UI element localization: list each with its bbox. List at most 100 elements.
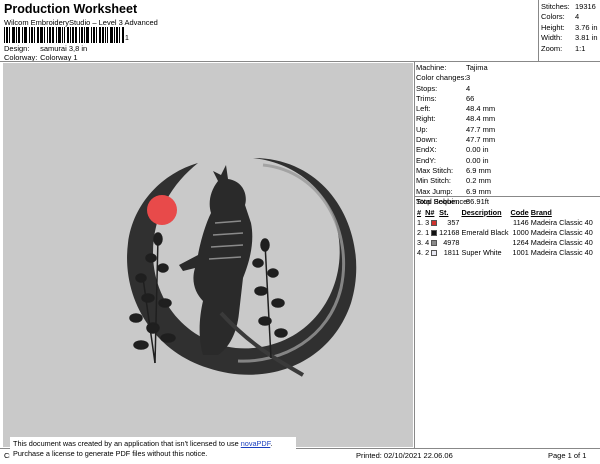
col-stitches: St. bbox=[439, 207, 449, 217]
barcode-bar bbox=[93, 27, 94, 43]
design-value: samurai 3,8 in bbox=[40, 44, 88, 53]
color-swatch-icon bbox=[431, 229, 438, 236]
barcode-bar bbox=[6, 27, 7, 43]
stat-value: 0.00 in bbox=[466, 145, 489, 155]
barcode-bar bbox=[81, 27, 82, 43]
machine-stats: Machine: Tajima Color changes:3 Stops: 4 Trim… bbox=[416, 63, 600, 207]
color-swatch bbox=[430, 227, 438, 237]
printed-date: Printed: 02/10/2021 22.06.06 bbox=[356, 451, 453, 460]
barcode-bar bbox=[42, 27, 43, 43]
stat-value: 1:1 bbox=[575, 43, 586, 53]
barcode-bar bbox=[116, 27, 117, 43]
barcode-bar bbox=[67, 27, 68, 43]
stat-value: 6.9 mm bbox=[466, 186, 492, 196]
table-row: 2. 1 12168 Emerald Black 1000 Madeira Classic… bbox=[416, 227, 594, 237]
barcode-bar bbox=[50, 27, 51, 43]
thread-code: 1001 bbox=[512, 248, 529, 258]
stat-value: 47.7 mm bbox=[466, 124, 496, 134]
sun bbox=[147, 195, 177, 225]
col-brand: Brand bbox=[530, 207, 552, 217]
stat-label: Width: bbox=[541, 33, 563, 43]
table-row: 4. 2 1811 Super White 1001 Madeira Classic 40 bbox=[416, 248, 594, 258]
stat-label: Zoom: bbox=[541, 43, 563, 53]
barcode-bar bbox=[75, 27, 76, 43]
barcode-suffix: 1 bbox=[125, 35, 129, 42]
stat-value: Tajima bbox=[466, 63, 488, 72]
barcode-bar bbox=[123, 27, 124, 43]
stat-row: Right: 48.4 mm bbox=[416, 114, 600, 124]
stat-row: Max Stitch: 6.9 mm bbox=[416, 166, 600, 176]
barcode-bar bbox=[59, 27, 60, 43]
stat-label: Min Stitch: bbox=[416, 176, 452, 186]
stat-value: 4 bbox=[466, 83, 471, 93]
barcode-bar bbox=[96, 27, 97, 43]
stop-number: 2. bbox=[417, 227, 424, 237]
stat-value: 3.81 in bbox=[575, 33, 598, 43]
barcode-bar bbox=[16, 27, 17, 43]
stat-row: Machine: Tajima bbox=[416, 63, 600, 73]
stat-value: 3.76 in bbox=[575, 22, 598, 32]
stat-label: Trims: bbox=[416, 93, 437, 103]
col-description: Description bbox=[461, 207, 502, 217]
color-swatch-icon bbox=[431, 250, 438, 257]
barcode-bar bbox=[4, 27, 5, 43]
barcode-bar bbox=[112, 27, 113, 43]
divider bbox=[538, 0, 539, 61]
stat-row: EndX: 0.00 in bbox=[416, 145, 600, 155]
stat-label: Height: bbox=[541, 22, 565, 32]
stat-value: 19316 bbox=[575, 2, 596, 11]
stat-label: Stops: bbox=[416, 83, 438, 93]
novapdf-link[interactable]: novaPDF bbox=[241, 439, 271, 448]
stat-row: Colors: 4 bbox=[541, 12, 598, 22]
barcode-bar bbox=[99, 27, 100, 43]
barcode-bar bbox=[100, 27, 101, 43]
barcode-bar bbox=[18, 27, 19, 43]
thread-description: Emerald Black bbox=[461, 227, 509, 237]
stop-sequence-title: Stop Sequence: bbox=[416, 197, 470, 206]
design-label: Design: bbox=[4, 44, 30, 53]
color-swatch-icon bbox=[431, 240, 438, 247]
stat-value: 0.00 in bbox=[466, 155, 489, 165]
page-title: Production Worksheet bbox=[4, 2, 138, 16]
stat-row: Min Stitch: 0.2 mm bbox=[416, 176, 600, 186]
col-stop: # bbox=[417, 207, 422, 217]
stat-label: Up: bbox=[416, 124, 428, 134]
barcode-bar bbox=[53, 27, 54, 43]
color-swatch bbox=[430, 248, 438, 258]
stat-value: 86.91ft bbox=[466, 196, 489, 206]
barcode-bar bbox=[73, 27, 74, 43]
page-number: Page 1 of 1 bbox=[548, 451, 587, 460]
barcode-bar bbox=[41, 27, 42, 43]
barcode-bar bbox=[9, 27, 10, 43]
barcode-bar bbox=[102, 27, 103, 43]
stats-panel: Machine: Tajima Color changes:3 Stops: 4 Trim… bbox=[414, 62, 600, 448]
stitch-count: 12168 bbox=[439, 227, 460, 237]
notice-line-1: This document was created by an applicat… bbox=[13, 439, 293, 449]
barcode-bar bbox=[34, 27, 35, 43]
barcode-bar bbox=[60, 27, 61, 43]
barcode-bar bbox=[40, 27, 41, 43]
stat-value: 48.4 mm bbox=[466, 114, 496, 124]
barcode-bar bbox=[114, 27, 115, 43]
table-row: 1. 3 357 1146 Madeira Classic 40 bbox=[416, 217, 594, 227]
embroidery-design-image bbox=[127, 158, 357, 377]
barcode-bar bbox=[37, 27, 38, 43]
stat-label: Down: bbox=[416, 135, 438, 145]
thread-description: Super White bbox=[461, 248, 502, 258]
barcode bbox=[4, 27, 124, 43]
stitch-count: 1811 bbox=[443, 248, 460, 258]
stat-row: Trims: 66 bbox=[416, 94, 600, 104]
barcode-bar bbox=[49, 27, 50, 43]
stat-row: EndY: 0.00 in bbox=[416, 156, 600, 166]
stat-value: 66 bbox=[466, 93, 475, 103]
stat-row: Zoom: 1:1 bbox=[541, 44, 598, 54]
stat-label: Machine: bbox=[416, 63, 447, 72]
barcode-bar bbox=[68, 27, 69, 43]
stat-label: Right: bbox=[416, 114, 436, 124]
stat-value: 4 bbox=[575, 12, 580, 22]
barcode-bar bbox=[76, 27, 77, 43]
barcode-bar bbox=[13, 27, 14, 43]
barcode-bar bbox=[32, 27, 33, 43]
barcode-bar bbox=[29, 27, 30, 43]
barcode-bar bbox=[58, 27, 59, 43]
